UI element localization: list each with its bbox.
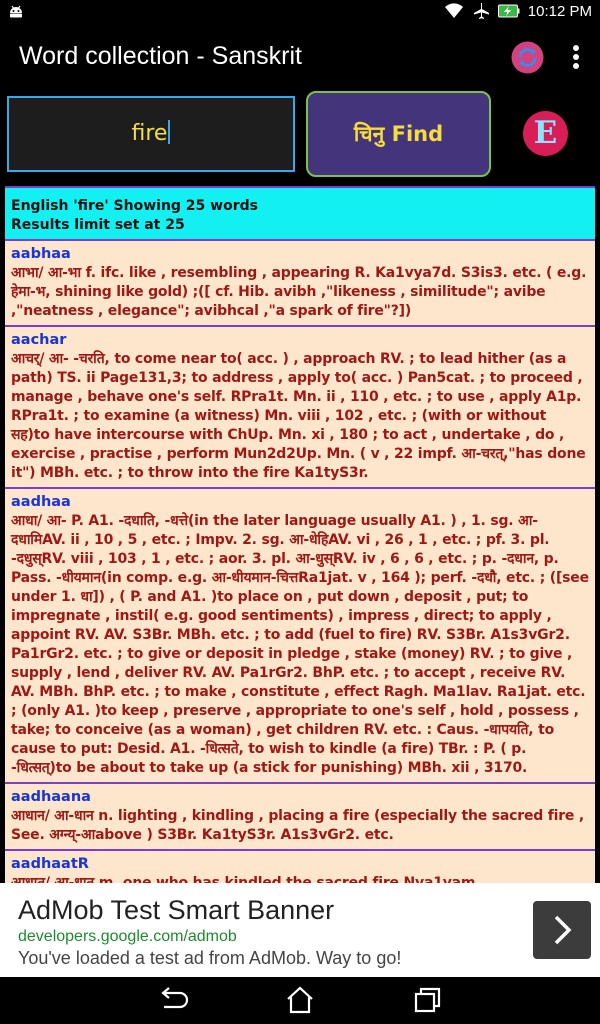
search-input[interactable]: fire [7, 96, 295, 172]
back-icon[interactable] [156, 985, 188, 1015]
text-caret [168, 120, 171, 144]
ad-open-button[interactable] [533, 901, 591, 959]
wifi-icon [444, 3, 463, 19]
entry-definition: आधातृ/ आ-धातृ m. one who has kindled the… [11, 875, 481, 883]
entry-definition: आचर्/ आ- -चरति, to come near to( acc. ) … [11, 351, 586, 481]
entry-definition: आधा/ आ- P. A1. -दधाति, -धत्ते(in the lat… [11, 513, 589, 776]
result-entry[interactable]: aadhaatR आधातृ/ आ-धातृ m. one who has ki… [5, 851, 595, 883]
app-title: Word collection - Sanskrit [19, 42, 302, 70]
entry-word: aadhaatR [11, 856, 89, 872]
entry-word: aadhaa [11, 494, 71, 510]
entry-definition: आधान/ आ-धान n. lighting , kindling , pla… [11, 808, 585, 843]
result-entry[interactable]: aadhaa आधा/ आ- P. A1. -दधाति, -धत्ते(in … [5, 489, 595, 784]
entry-word: aabhaa [11, 246, 71, 262]
result-entry[interactable]: aabhaa आभा/ आ-भा f. ifc. like , resembli… [5, 241, 595, 327]
battery-charging-icon [497, 4, 520, 18]
refresh-icon[interactable] [511, 41, 544, 74]
entry-word: aachar [11, 332, 67, 348]
ad-banner[interactable]: AdMob Test Smart Banner developers.googl… [0, 883, 600, 977]
ad-text: You've loaded a test ad from AdMob. Way … [18, 948, 402, 968]
android-notification-icon [10, 5, 22, 18]
ad-url: developers.google.com/admob [18, 928, 237, 945]
clock: 10:12 PM [527, 2, 592, 20]
app-bar: Word collection - Sanskrit [0, 25, 600, 87]
results-summary: English 'fire' Showing 25 words Results … [5, 186, 595, 241]
language-toggle-button[interactable]: E [523, 111, 568, 156]
ad-title: AdMob Test Smart Banner [18, 895, 335, 925]
search-input-value: fire [131, 121, 168, 146]
status-bar: 10:12 PM [0, 0, 600, 25]
result-entry[interactable]: aadhaana आधान/ आ-धान n. lighting , kindl… [5, 784, 595, 851]
result-entry[interactable]: aachar आचर्/ आ- -चरति, to come near to( … [5, 327, 595, 489]
recent-apps-icon[interactable] [412, 985, 444, 1015]
overflow-menu-icon[interactable] [566, 41, 586, 73]
results-summary-limit: Results limit set at 25 [11, 217, 185, 233]
results-summary-count: English 'fire' Showing 25 words [11, 198, 258, 214]
entry-word: aadhaana [11, 789, 91, 805]
results-list[interactable]: English 'fire' Showing 25 words Results … [5, 186, 595, 883]
entry-definition: आभा/ आ-भा f. ifc. like , resembling , ap… [11, 265, 587, 319]
home-icon[interactable] [284, 985, 316, 1015]
find-button[interactable]: चिनु Find [306, 91, 491, 177]
chevron-right-icon [554, 915, 572, 945]
system-nav-bar [0, 977, 600, 1024]
airplane-mode-icon [473, 3, 489, 19]
